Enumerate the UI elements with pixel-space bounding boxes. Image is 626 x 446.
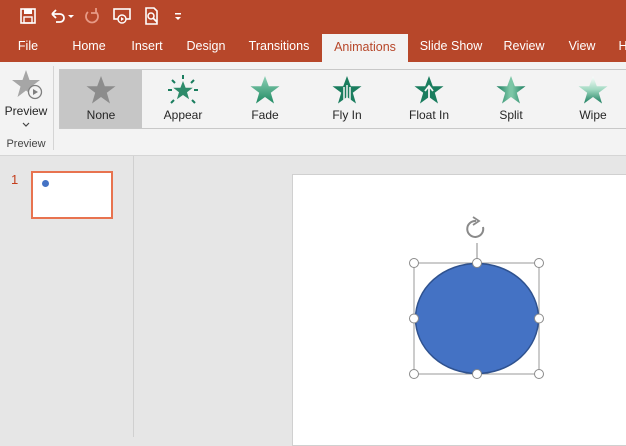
resize-handle[interactable] — [472, 258, 482, 268]
preview-star-icon — [12, 70, 43, 100]
animation-float-in[interactable]: Float In — [388, 70, 470, 128]
oval-shape[interactable] — [414, 262, 540, 375]
resize-handle[interactable] — [534, 258, 544, 268]
preview-group-label: Preview — [6, 138, 46, 150]
animation-label: None — [86, 108, 116, 122]
animation-label: Float In — [408, 108, 450, 122]
undo-dropdown-icon[interactable] — [66, 6, 76, 26]
preview-button[interactable]: Preview — [0, 62, 52, 140]
customize-qat-icon[interactable] — [172, 6, 184, 26]
resize-handle[interactable] — [409, 313, 419, 324]
print-preview-icon[interactable] — [142, 6, 162, 26]
chevron-down-icon — [22, 122, 30, 127]
tab-help[interactable]: H — [616, 32, 626, 62]
star-appear-icon — [168, 75, 198, 104]
star-wipe-icon — [578, 76, 608, 104]
resize-handle[interactable] — [409, 369, 419, 379]
ribbon: Preview Preview None Appear Fade Fly In … — [0, 62, 626, 156]
animation-label: Split — [499, 108, 523, 122]
tab-file[interactable]: File — [8, 32, 48, 62]
star-fly-in-icon — [332, 76, 362, 104]
animation-label: Appear — [163, 108, 203, 122]
group-divider — [53, 66, 54, 150]
tab-design[interactable]: Design — [180, 32, 232, 62]
ribbon-tabs: File Home Insert Design Transitions Anim… — [0, 32, 626, 62]
animation-label: Fly In — [332, 108, 362, 122]
slide-thumbnail[interactable] — [31, 171, 113, 219]
tab-view[interactable]: View — [560, 32, 604, 62]
slide-number: 1 — [11, 172, 19, 187]
tab-insert[interactable]: Insert — [122, 32, 172, 62]
tab-review[interactable]: Review — [498, 32, 550, 62]
present-from-beginning-icon[interactable] — [112, 6, 132, 26]
thumbnail-shape — [42, 180, 49, 187]
save-icon[interactable] — [18, 6, 38, 26]
tab-slide-show[interactable]: Slide Show — [416, 32, 486, 62]
tab-animations[interactable]: Animations — [322, 34, 408, 62]
star-float-in-icon — [414, 76, 444, 104]
animation-fade[interactable]: Fade — [224, 70, 306, 128]
animation-label: Fade — [251, 108, 279, 122]
animation-gallery: None Appear Fade Fly In Float In Split W… — [59, 69, 626, 129]
resize-handle[interactable] — [534, 369, 544, 379]
quick-access-toolbar — [0, 0, 626, 32]
animation-fly-in[interactable]: Fly In — [306, 70, 388, 128]
slides-pane: 1 — [0, 156, 134, 437]
slide-canvas[interactable] — [292, 174, 626, 446]
undo-icon[interactable] — [48, 6, 68, 26]
slide-editor — [134, 156, 626, 446]
star-fade-icon — [250, 76, 280, 104]
animation-wipe[interactable]: Wipe — [552, 70, 626, 128]
redo-icon[interactable] — [82, 6, 102, 26]
selected-shape-layer — [409, 216, 544, 379]
preview-label: Preview — [4, 104, 48, 118]
tab-home[interactable]: Home — [64, 32, 114, 62]
rotate-handle-icon[interactable] — [466, 216, 485, 238]
animation-label: Wipe — [579, 108, 607, 122]
animation-appear[interactable]: Appear — [142, 70, 224, 128]
resize-handle[interactable] — [472, 369, 482, 379]
resize-handle[interactable] — [534, 313, 544, 324]
tab-transitions[interactable]: Transitions — [244, 32, 314, 62]
animation-split[interactable]: Split — [470, 70, 552, 128]
star-none-icon — [86, 76, 116, 104]
star-split-icon — [496, 76, 526, 104]
animation-none[interactable]: None — [60, 70, 142, 128]
resize-handle[interactable] — [409, 258, 419, 268]
